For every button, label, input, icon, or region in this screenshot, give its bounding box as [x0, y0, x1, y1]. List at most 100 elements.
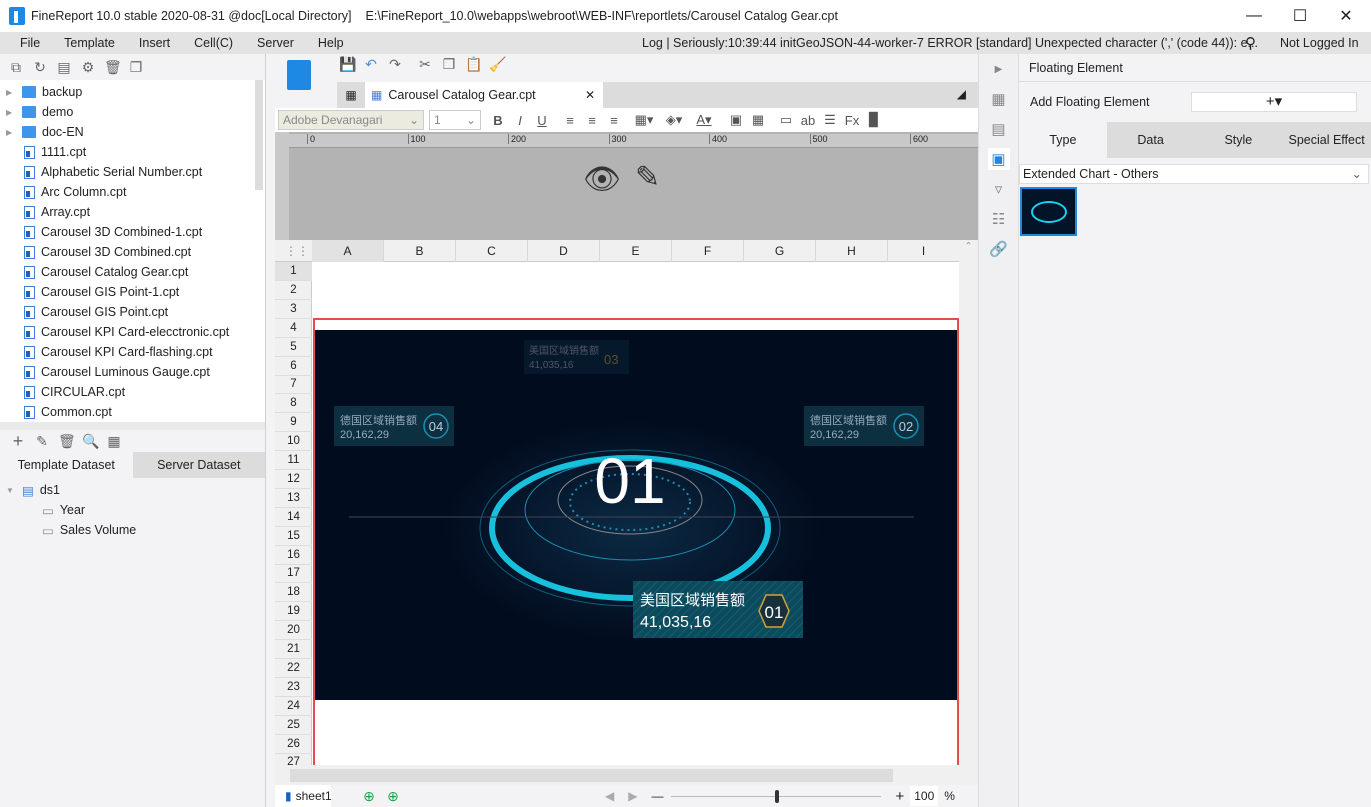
select-all-icon[interactable]: ⋮⋮ [285, 244, 309, 258]
format-painter-icon[interactable]: 🧹 [489, 56, 506, 72]
align-left-icon[interactable]: ≡ [559, 109, 581, 131]
menu-insert[interactable]: Insert [131, 36, 182, 50]
carousel-chart[interactable]: 01 美国区域销售额 41,035,16 03 德国区域销售额 20,162,29 0… [314, 330, 957, 700]
new-folder-icon[interactable]: ⧉ [8, 59, 24, 75]
delete-icon[interactable]: 🗑 [104, 59, 122, 75]
tree-file[interactable]: Common.cpt [0, 402, 265, 422]
close-tab-icon[interactable]: ✕ [585, 88, 595, 102]
expand-icon[interactable]: ▶ [6, 88, 14, 97]
tree-file[interactable]: 1111.cpt [0, 142, 265, 162]
italic-icon[interactable]: I [509, 109, 531, 131]
condition-icon[interactable]: ☷ [988, 208, 1010, 230]
tree-file[interactable]: CIRCULAR.cpt [0, 382, 265, 402]
tree-file[interactable]: Carousel 3D Combined-1.cpt [0, 222, 265, 242]
chart-thumbnail[interactable] [1020, 187, 1077, 236]
chart-type-select[interactable]: Extended Chart - Others ⌄ [1019, 164, 1369, 184]
tab-special-effect[interactable]: Special Effect [1282, 122, 1371, 158]
column-header-cell[interactable]: C [456, 240, 528, 262]
tab-data[interactable]: Data [1106, 122, 1195, 158]
column-header-cell[interactable]: B [384, 240, 456, 262]
row-header-cell[interactable]: 24 [275, 697, 312, 716]
minimize-button[interactable]: — [1231, 0, 1277, 32]
splitter[interactable] [0, 422, 265, 430]
card-01[interactable]: 美国区域销售额 41,035,16 01 [633, 581, 803, 638]
field-year[interactable]: ▭ Year [0, 500, 265, 520]
row-header-cell[interactable]: 3 [275, 300, 312, 319]
cut-icon[interactable]: ✂ [417, 56, 433, 72]
tree-file[interactable]: Carousel 3D Combined.cpt [0, 242, 265, 262]
menu-template[interactable]: Template [56, 36, 127, 50]
save-icon[interactable]: 💾 [339, 56, 356, 72]
row-header-cell[interactable]: 27 [275, 753, 312, 765]
text-field-icon[interactable]: ▭ [775, 109, 797, 131]
tree-file[interactable]: Carousel KPI Card-elecctronic.cpt [0, 322, 265, 342]
new-report-tab-icon[interactable]: ▦ [337, 82, 365, 108]
copy-icon[interactable]: ❐ [128, 59, 144, 75]
close-button[interactable]: ✕ [1323, 0, 1369, 32]
card-03[interactable]: 美国区域销售额 41,035,16 03 [524, 340, 629, 374]
row-header-cell[interactable]: 17 [275, 564, 312, 584]
horizontal-scrollbar[interactable] [275, 765, 978, 785]
add-sheet-icon[interactable]: ⊕ [361, 788, 377, 804]
dataset-ds1[interactable]: ▼ ▤ ds1 [0, 480, 265, 500]
formula-icon[interactable]: Fx [841, 109, 863, 131]
add-dataset-icon[interactable]: + [10, 432, 26, 450]
row-header-cell[interactable]: 5 [275, 338, 312, 357]
row-header-cell[interactable]: 23 [275, 678, 312, 697]
card-04[interactable]: 德国区域销售额 20,162,29 04 [334, 406, 454, 446]
tree-file[interactable]: Carousel GIS Point-1.cpt [0, 282, 265, 302]
row-header-cell[interactable]: 8 [275, 394, 312, 414]
row-header-cell[interactable]: 6 [275, 357, 312, 376]
row-header-cell[interactable]: 4 [275, 319, 312, 338]
prev-sheet-icon[interactable]: ◀ [605, 789, 614, 803]
font-size-select[interactable]: 1 ⌄ [429, 110, 481, 130]
expand-icon[interactable]: ▶ [6, 108, 14, 117]
row-header-cell[interactable]: 19 [275, 602, 312, 622]
underline-icon[interactable]: U [531, 109, 553, 131]
tree-file[interactable]: Carousel GIS Point.cpt [0, 302, 265, 322]
zoom-input[interactable]: 100 [910, 786, 939, 806]
redo-icon[interactable]: ↷ [387, 56, 403, 72]
zoom-slider[interactable] [671, 789, 882, 803]
tree-file[interactable]: Carousel Catalog Gear.cpt [0, 262, 265, 282]
menu-server[interactable]: Server [249, 36, 306, 50]
column-header-cell[interactable]: G [744, 240, 816, 262]
tab-style[interactable]: Style [1194, 122, 1283, 158]
chart-icon[interactable]: ▉ [863, 109, 885, 131]
cell-attribute-icon[interactable]: ▤ [988, 118, 1010, 140]
log-message[interactable]: Log | Seriously:10:39:44 initGeoJSON-44-… [642, 36, 1258, 50]
text-icon[interactable]: ab [797, 109, 819, 131]
row-header-cell[interactable]: 1 [275, 262, 312, 281]
copy-cell-icon[interactable]: ❐ [441, 56, 457, 72]
login-status[interactable]: Not Logged In [1280, 36, 1359, 50]
tab-server-dataset[interactable]: Server Dataset [132, 452, 265, 478]
server-dataset-icon[interactable]: ▦ [106, 433, 122, 449]
tree-file[interactable]: Arc Column.cpt [0, 182, 265, 202]
tree-file[interactable]: Carousel KPI Card-flashing.cpt [0, 342, 265, 362]
column-header-cell[interactable]: F [672, 240, 744, 262]
hyperlink-icon[interactable]: 🔗 [988, 238, 1010, 260]
vertical-scrollbar[interactable]: ˆ [959, 240, 978, 765]
paste-icon[interactable]: 📋 [465, 56, 482, 72]
fill-color-icon[interactable]: ◈▾ [659, 109, 689, 131]
row-header-cell[interactable]: 21 [275, 640, 312, 659]
tree-file[interactable]: Alphabetic Serial Number.cpt [0, 162, 265, 182]
preview-icon[interactable]: 🔍 [82, 433, 99, 449]
add-form-sheet-icon[interactable]: ⊕ [385, 788, 401, 804]
column-header-cell[interactable]: I [888, 240, 960, 262]
menu-help[interactable]: Help [310, 36, 356, 50]
split-cells-icon[interactable]: ▦ [747, 109, 769, 131]
tree-file[interactable]: Carousel Luminous Gauge.cpt [0, 362, 265, 382]
border-icon[interactable]: ▦▾ [629, 109, 659, 131]
row-header-cell[interactable]: 2 [275, 281, 312, 300]
align-center-icon[interactable]: ≡ [581, 109, 603, 131]
row-header-cell[interactable]: 10 [275, 432, 312, 452]
add-floating-button[interactable]: +▾ [1191, 92, 1357, 112]
merge-cells-icon[interactable]: ▣ [725, 109, 747, 131]
row-header-cell[interactable]: 11 [275, 451, 312, 470]
spreadsheet-grid[interactable]: ⋮⋮ ABCDEFGHI 1 2 3 4 5 6 7 8 9 10 11 12 13 14 15 16 17 18… [275, 240, 978, 765]
expand-icon[interactable]: ▶ [6, 128, 14, 137]
preview-button[interactable] [287, 60, 311, 90]
edit-icon[interactable]: ✎ [34, 433, 50, 449]
sheet-tab[interactable]: ▮ sheet1 [275, 785, 332, 807]
